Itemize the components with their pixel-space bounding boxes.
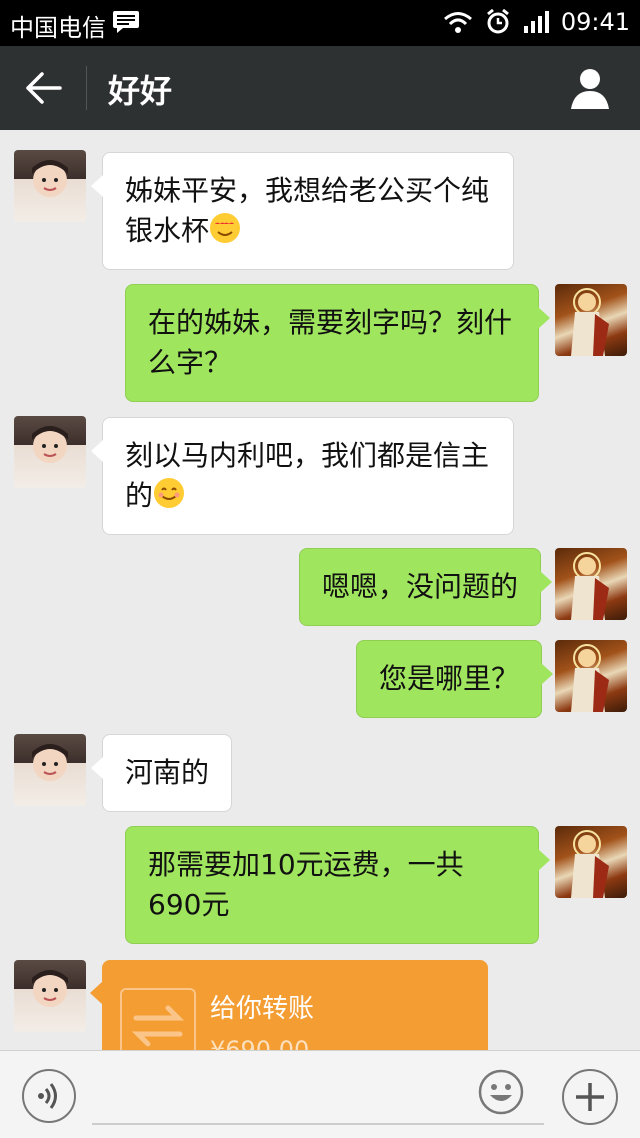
status-bar: 中国电信 09:41 bbox=[0, 0, 640, 46]
arrow-left-icon[interactable] bbox=[24, 70, 64, 106]
transfer-card[interactable]: 给你转账 ¥690.00 bbox=[90, 960, 488, 1050]
chat-messages[interactable]: 姊妹平安，我想给老公买个纯银水杯 在的姊妹，需要刻字吗？刻什么字？ 刻以马内利吧… bbox=[0, 130, 640, 1050]
message-text: 您是哪里？ bbox=[379, 662, 520, 695]
message-icon bbox=[113, 11, 139, 33]
my-avatar[interactable] bbox=[555, 826, 627, 898]
contact-avatar[interactable] bbox=[14, 150, 86, 222]
message-bubble-outgoing[interactable]: 您是哪里？ bbox=[356, 640, 554, 718]
message-bubble-outgoing[interactable]: 那需要加10元运费，一共690元 bbox=[125, 826, 550, 944]
chat-header: 好好 bbox=[0, 46, 640, 130]
input-bar bbox=[0, 1050, 640, 1138]
message-text: 在的姊妹，需要刻字吗？刻什么字？ bbox=[148, 306, 513, 379]
message-text: 那需要加10元运费，一共690元 bbox=[148, 848, 464, 921]
message-bubble-outgoing[interactable]: 嗯嗯，没问题的 bbox=[299, 548, 553, 626]
alarm-icon bbox=[486, 9, 509, 34]
message-bubble-outgoing[interactable]: 在的姊妹，需要刻字吗？刻什么字？ bbox=[125, 284, 550, 402]
header-divider bbox=[86, 66, 87, 110]
emoji-icon[interactable] bbox=[478, 1069, 524, 1115]
message-bubble-incoming[interactable]: 姊妹平安，我想给老公买个纯银水杯 bbox=[91, 152, 514, 270]
transfer-label: 给你转账 bbox=[210, 994, 315, 1024]
contact-avatar[interactable] bbox=[14, 960, 86, 1032]
message-bubble-incoming[interactable]: 刻以马内利吧，我们都是信主的 bbox=[91, 417, 514, 535]
carrier-name: 中国电信 bbox=[10, 14, 106, 42]
message-text: 姊妹平安，我想给老公买个纯银水杯 bbox=[125, 174, 490, 247]
signal-icon bbox=[523, 11, 549, 33]
heart-eyes-emoji-icon bbox=[210, 213, 241, 243]
voice-icon[interactable] bbox=[22, 1069, 76, 1123]
chat-title: 好好 bbox=[108, 72, 173, 110]
plus-icon[interactable] bbox=[562, 1069, 618, 1125]
my-avatar[interactable] bbox=[555, 548, 627, 620]
my-avatar[interactable] bbox=[555, 640, 627, 712]
transfer-icon bbox=[120, 988, 196, 1050]
my-avatar[interactable] bbox=[555, 284, 627, 356]
person-icon[interactable] bbox=[570, 66, 610, 110]
wifi-icon bbox=[443, 12, 472, 33]
message-text: 河南的 bbox=[125, 756, 210, 789]
message-bubble-incoming[interactable]: 河南的 bbox=[90, 734, 233, 812]
transfer-amount: ¥690.00 bbox=[210, 1036, 310, 1050]
contact-avatar[interactable] bbox=[14, 416, 86, 488]
smile-emoji-icon bbox=[154, 478, 185, 508]
clock-time: 09:41 bbox=[560, 8, 630, 36]
message-text: 嗯嗯，没问题的 bbox=[322, 570, 519, 603]
message-input[interactable] bbox=[92, 1073, 544, 1125]
contact-avatar[interactable] bbox=[14, 734, 86, 806]
